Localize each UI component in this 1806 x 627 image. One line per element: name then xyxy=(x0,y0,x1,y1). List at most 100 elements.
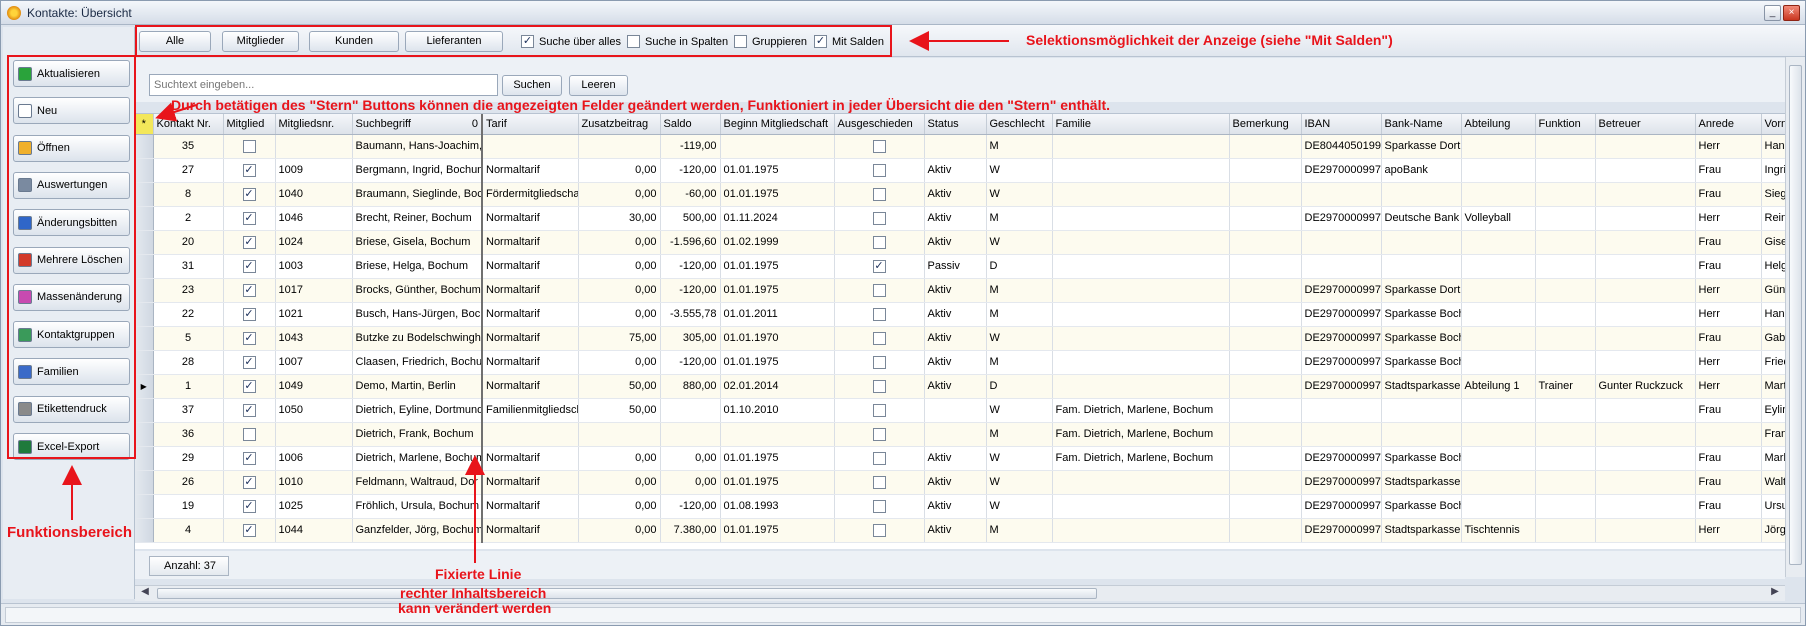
table-row[interactable]: 37 ✓ 1050 Dietrich, Eyline, Dortmund Familie… xyxy=(135,398,1785,423)
table-cell-checkbox[interactable] xyxy=(834,422,925,447)
table-cell[interactable] xyxy=(1052,374,1230,399)
table-cell[interactable] xyxy=(1461,494,1536,519)
table-cell[interactable]: M xyxy=(986,422,1053,447)
table-cell[interactable]: Sparkasse Dort xyxy=(1381,278,1462,303)
checked-checkbox[interactable]: ✓ xyxy=(872,259,886,273)
table-cell[interactable]: 50,00 xyxy=(578,398,661,423)
table-cell[interactable] xyxy=(1229,398,1302,423)
table-cell[interactable]: Gunter Ruckzuck xyxy=(1595,374,1696,399)
table-cell[interactable]: 1044 xyxy=(275,518,353,543)
table-cell[interactable]: M xyxy=(986,302,1053,327)
table-cell[interactable]: Stadtsparkasse xyxy=(1381,518,1462,543)
table-cell-checkbox[interactable]: ✓ xyxy=(223,182,276,207)
table-cell[interactable]: 01.01.1975 xyxy=(720,350,835,375)
table-cell[interactable]: W xyxy=(986,182,1053,207)
table-cell[interactable] xyxy=(1461,326,1536,351)
table-cell-checkbox[interactable]: ✓ xyxy=(223,254,276,279)
table-cell[interactable] xyxy=(1301,182,1382,207)
table-cell[interactable] xyxy=(1301,398,1382,423)
table-cell[interactable]: Frau xyxy=(1695,230,1762,255)
table-cell[interactable]: 01.08.1993 xyxy=(720,494,835,519)
table-cell[interactable]: Brocks, Günther, Bochum xyxy=(352,278,483,303)
table-row[interactable]: 2 ✓ 1046 Brecht, Reiner, Bochum Normaltarif 3… xyxy=(135,206,1785,231)
row-selector[interactable] xyxy=(135,230,154,255)
table-cell[interactable]: 0,00 xyxy=(578,182,661,207)
table-cell[interactable]: 5 xyxy=(153,326,224,351)
column-header-saldo[interactable]: Saldo xyxy=(660,114,721,135)
table-cell[interactable] xyxy=(720,422,835,447)
table-cell[interactable] xyxy=(1535,278,1596,303)
table-cell[interactable]: -1.596,60 xyxy=(660,230,721,255)
table-cell[interactable]: 2 xyxy=(153,206,224,231)
table-cell-checkbox[interactable]: ✓ xyxy=(223,398,276,423)
table-cell[interactable]: -120,00 xyxy=(660,350,721,375)
table-cell[interactable]: 01.01.1970 xyxy=(720,326,835,351)
table-cell[interactable] xyxy=(1595,302,1696,327)
table-cell-checkbox[interactable] xyxy=(834,350,925,375)
table-cell-checkbox[interactable] xyxy=(834,302,925,327)
table-cell[interactable]: Sieglin xyxy=(1761,182,1785,207)
table-cell[interactable]: Sparkasse Boch xyxy=(1381,446,1462,471)
table-cell[interactable] xyxy=(578,422,661,447)
table-cell[interactable]: 0,00 xyxy=(578,302,661,327)
table-cell[interactable]: Brecht, Reiner, Bochum xyxy=(352,206,483,231)
table-cell[interactable]: 28 xyxy=(153,350,224,375)
checked-checkbox[interactable]: ✓ xyxy=(242,283,256,297)
row-selector[interactable] xyxy=(135,422,154,447)
table-cell[interactable]: Hans-J xyxy=(1761,134,1785,159)
table-cell[interactable]: Abteilung 1 xyxy=(1461,374,1536,399)
table-cell[interactable] xyxy=(1052,470,1230,495)
table-cell[interactable]: DE2970000997 xyxy=(1301,302,1382,327)
table-cell[interactable]: 36 xyxy=(153,422,224,447)
table-cell[interactable] xyxy=(1229,158,1302,183)
table-cell[interactable]: Waltrau xyxy=(1761,470,1785,495)
table-cell[interactable]: Sparkasse Boch xyxy=(1381,302,1462,327)
table-cell[interactable] xyxy=(1595,278,1696,303)
checked-checkbox[interactable]: ✓ xyxy=(242,235,256,249)
table-row[interactable]: 36 Dietrich, Frank, Bochum M Fam. Dietrich,… xyxy=(135,422,1785,447)
table-cell[interactable]: 37 xyxy=(153,398,224,423)
table-cell[interactable]: Ingrid xyxy=(1761,158,1785,183)
table-cell[interactable]: 1024 xyxy=(275,230,353,255)
table-cell[interactable]: Volleyball xyxy=(1461,206,1536,231)
table-cell[interactable]: Tischtennis xyxy=(1461,518,1536,543)
table-cell[interactable]: Familienmitgliedsch xyxy=(482,398,579,423)
table-cell[interactable]: M xyxy=(986,134,1053,159)
table-cell[interactable] xyxy=(1381,182,1462,207)
table-cell-checkbox[interactable] xyxy=(834,134,925,159)
unchecked-checkbox[interactable] xyxy=(242,427,256,441)
table-cell[interactable]: 23 xyxy=(153,278,224,303)
table-cell[interactable] xyxy=(1381,398,1462,423)
table-cell[interactable]: 1050 xyxy=(275,398,353,423)
unchecked-checkbox[interactable] xyxy=(872,139,886,153)
table-cell-checkbox[interactable]: ✓ xyxy=(223,518,276,543)
row-selector[interactable]: ▶ xyxy=(135,374,154,399)
row-selector[interactable] xyxy=(135,182,154,207)
table-cell[interactable]: 19 xyxy=(153,494,224,519)
table-cell[interactable]: Günthe xyxy=(1761,278,1785,303)
unchecked-checkbox[interactable] xyxy=(872,355,886,369)
table-cell[interactable] xyxy=(1229,206,1302,231)
column-header-vornam[interactable]: Vornam xyxy=(1761,114,1785,135)
minimize-button[interactable]: _ xyxy=(1764,5,1781,21)
table-cell[interactable] xyxy=(720,134,835,159)
table-cell[interactable]: Normaltarif xyxy=(482,206,579,231)
table-cell[interactable] xyxy=(1535,446,1596,471)
column-header-mitgliedsnr-[interactable]: Mitgliedsnr. xyxy=(275,114,353,135)
table-cell-checkbox[interactable]: ✓ xyxy=(223,206,276,231)
table-cell[interactable]: Herr xyxy=(1695,302,1762,327)
table-cell[interactable]: Normaltarif xyxy=(482,326,579,351)
unchecked-checkbox[interactable] xyxy=(872,523,886,537)
table-cell-checkbox[interactable]: ✓ xyxy=(223,470,276,495)
table-cell[interactable] xyxy=(1381,422,1462,447)
unchecked-checkbox[interactable] xyxy=(872,475,886,489)
table-cell[interactable]: 1021 xyxy=(275,302,353,327)
table-cell[interactable]: 0,00 xyxy=(578,254,661,279)
table-cell[interactable] xyxy=(1461,350,1536,375)
table-row[interactable]: 19 ✓ 1025 Fröhlich, Ursula, Bochum Normaltar… xyxy=(135,494,1785,519)
table-cell[interactable]: W xyxy=(986,158,1053,183)
table-cell[interactable]: 27 xyxy=(153,158,224,183)
table-cell[interactable]: 0,00 xyxy=(578,446,661,471)
table-cell[interactable]: Reiner xyxy=(1761,206,1785,231)
table-cell[interactable]: DE80440501999 xyxy=(1301,134,1382,159)
